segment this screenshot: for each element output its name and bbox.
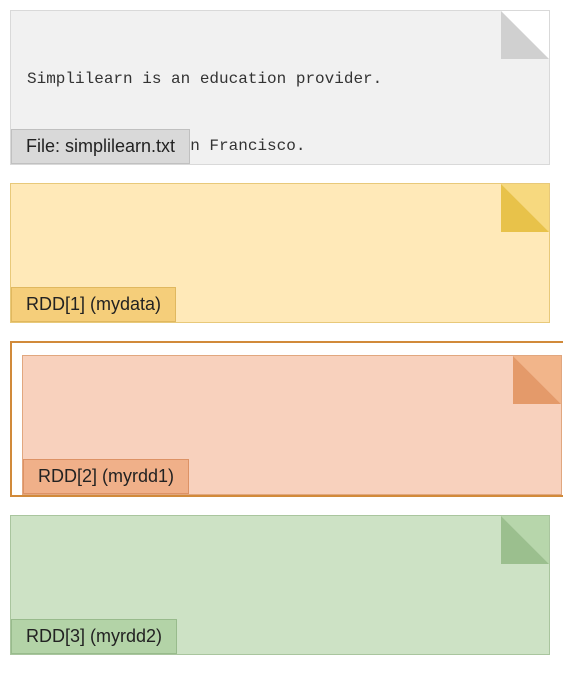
page-fold-icon xyxy=(501,184,549,232)
file-label: File: simplilearn.txt xyxy=(11,129,190,164)
file-line: Simplilearn is an education provider. xyxy=(27,68,533,90)
page-fold-icon xyxy=(501,11,549,59)
rdd-label: RDD[2] (myrdd1) xyxy=(23,459,189,494)
rdd-label: RDD[1] (mydata) xyxy=(11,287,176,322)
rdd-block-2: RDD[2] (myrdd1) xyxy=(22,355,562,495)
rdd-block-3: RDD[3] (myrdd2) xyxy=(10,515,550,655)
page-fold-icon xyxy=(501,516,549,564)
rdd-block-1: RDD[1] (mydata) xyxy=(10,183,550,323)
page-fold-icon xyxy=(513,356,561,404)
file-block: Simplilearn is an education provider. It… xyxy=(10,10,550,165)
rdd-label: RDD[3] (myrdd2) xyxy=(11,619,177,654)
rdd-highlight-frame: RDD[2] (myrdd1) xyxy=(10,341,563,497)
